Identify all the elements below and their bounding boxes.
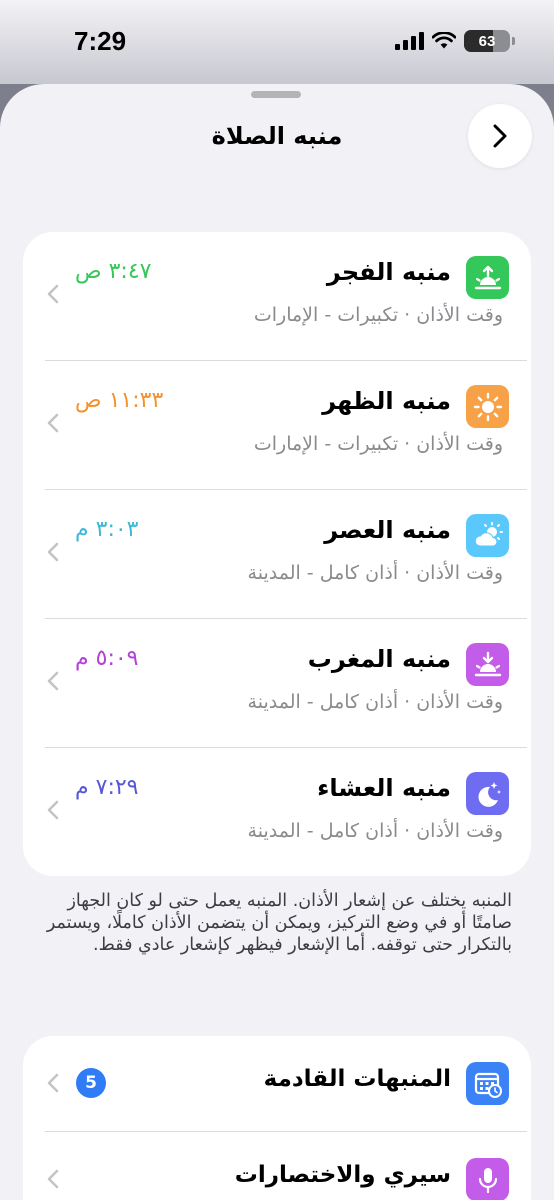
prayer-time: ١١:٣٣ ص: [75, 388, 164, 413]
prayer-row-asr[interactable]: منبه العصر وقت الأذان · أذان كامل - المد…: [23, 490, 531, 619]
chevron-left-icon: [47, 413, 59, 433]
prayer-name: منبه المغرب: [307, 645, 451, 673]
prayer-name: منبه العشاء: [317, 774, 451, 802]
siri-shortcuts-row[interactable]: سيري والاختصارات: [23, 1132, 531, 1200]
status-icons: 63: [395, 30, 515, 52]
status-bar: 7:29 63: [0, 0, 554, 84]
calendar-clock-icon: [466, 1062, 509, 1105]
chevron-right-icon: [493, 124, 507, 148]
chevron-left-icon: [47, 1073, 59, 1093]
prayer-subtitle: وقت الأذان · أذان كامل - المدينة: [247, 562, 503, 584]
chevron-left-icon: [47, 542, 59, 562]
prayer-time: ٥:٠٩ م: [75, 646, 139, 671]
back-button[interactable]: [468, 104, 532, 168]
prayer-row-fajr[interactable]: منبه الفجر وقت الأذان · تكبيرات - الإمار…: [23, 232, 531, 361]
wifi-icon: [432, 32, 456, 49]
chevron-left-icon: [47, 800, 59, 820]
prayer-subtitle: وقت الأذان · أذان كامل - المدينة: [247, 691, 503, 713]
upcoming-alarms-label: المنبهات القادمة: [263, 1066, 451, 1092]
prayer-subtitle: وقت الأذان · أذان كامل - المدينة: [247, 820, 503, 842]
cellular-signal-icon: [395, 32, 424, 50]
prayer-name: منبه الظهر: [322, 387, 451, 415]
prayer-time: ٣:٠٣ م: [75, 517, 139, 542]
prayer-row-isha[interactable]: منبه العشاء وقت الأذان · أذان كامل - الم…: [23, 748, 531, 876]
alarm-vs-notification-note: المنبه يختلف عن إشعار الأذان. المنبه يعم…: [46, 891, 512, 955]
sun-icon: [466, 385, 509, 428]
chevron-left-icon: [47, 284, 59, 304]
upcoming-alarms-count-badge: 5: [76, 1068, 106, 1098]
settings-list: المنبهات القادمة 5 سيري والاختصارات: [23, 1036, 531, 1200]
partly-cloudy-icon: [466, 514, 509, 557]
sunrise-icon: [466, 256, 509, 299]
siri-shortcuts-label: سيري والاختصارات: [234, 1162, 451, 1188]
prayer-time: ٧:٢٩ م: [75, 775, 139, 800]
prayer-row-dhuhr[interactable]: منبه الظهر وقت الأذان · تكبيرات - الإمار…: [23, 361, 531, 490]
chevron-left-icon: [47, 1169, 59, 1189]
moon-stars-icon: [466, 772, 509, 815]
prayer-subtitle: وقت الأذان · تكبيرات - الإمارات: [253, 433, 503, 455]
sunset-icon: [466, 643, 509, 686]
prayer-name: منبه العصر: [324, 516, 451, 544]
prayer-name: منبه الفجر: [326, 258, 451, 286]
battery-icon: 63: [464, 30, 515, 52]
prayer-alarm-sheet: منبه الصلاة منبه الفجر وقت الأذان · تكبي…: [0, 84, 554, 1200]
prayer-subtitle: وقت الأذان · تكبيرات - الإمارات: [253, 304, 503, 326]
sheet-grabber[interactable]: [251, 91, 301, 98]
chevron-left-icon: [47, 671, 59, 691]
status-time: 7:29: [74, 26, 127, 56]
battery-level: 63: [478, 32, 496, 50]
prayer-alarms-list: منبه الفجر وقت الأذان · تكبيرات - الإمار…: [23, 232, 531, 876]
prayer-row-maghrib[interactable]: منبه المغرب وقت الأذان · أذان كامل - الم…: [23, 619, 531, 748]
upcoming-alarms-row[interactable]: المنبهات القادمة 5: [23, 1036, 531, 1132]
prayer-time: ٣:٤٧ ص: [75, 259, 152, 284]
microphone-icon: [466, 1158, 509, 1200]
